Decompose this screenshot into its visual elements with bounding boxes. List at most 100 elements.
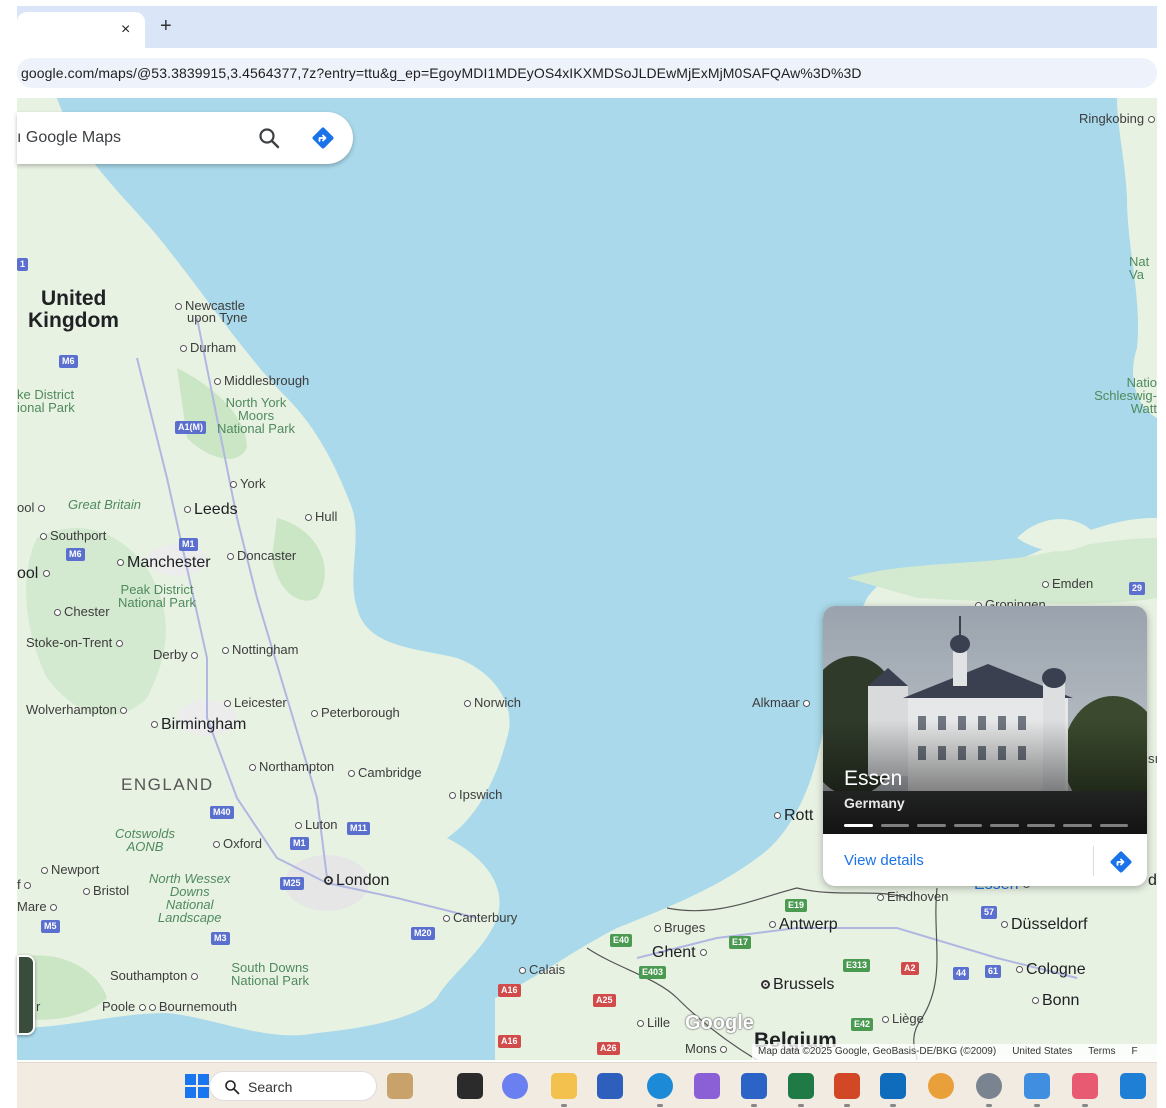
google-logo: Google <box>685 1012 754 1034</box>
city-dot <box>877 894 884 902</box>
label-cotswolds: Cotswolds AONB <box>115 826 175 854</box>
label-dusseldorf: Düsseldorf <box>1001 917 1087 933</box>
city-dot <box>117 559 124 567</box>
city-dot <box>311 710 318 718</box>
photo-pager-dot[interactable] <box>1063 824 1092 827</box>
search-box[interactable]: ı Google Maps <box>17 112 353 164</box>
city-dot <box>148 1004 156 1012</box>
search-icon[interactable] <box>257 126 281 150</box>
label-weston-super-mare: Mare <box>17 900 60 914</box>
city-dot <box>249 764 256 772</box>
city-dot <box>24 882 32 890</box>
road-shield-e42: E42 <box>851 1018 874 1031</box>
label-ghent: Ghent <box>652 945 710 961</box>
place-subtitle: Germany <box>844 795 905 811</box>
label-birmingham: Birmingham <box>151 717 246 733</box>
label-england: ENGLAND <box>121 775 214 794</box>
label-north-wessex: North Wessex Downs National Landscape <box>149 871 231 925</box>
windows-start-icon[interactable] <box>185 1074 209 1098</box>
photo-pager-dot[interactable] <box>1099 824 1128 827</box>
city-dot <box>348 770 355 778</box>
close-tab-icon[interactable]: × <box>121 22 130 38</box>
settings-icon[interactable] <box>976 1073 1002 1107</box>
label-london: London <box>324 873 389 889</box>
directions-icon[interactable] <box>311 126 335 150</box>
photo-pager <box>844 824 1128 827</box>
snipping-icon[interactable] <box>1072 1073 1098 1107</box>
map-canvas[interactable]: United Kingdom Newcastle upon Tyne Durha… <box>17 98 1157 1060</box>
city-dot <box>120 707 128 715</box>
capital-dot <box>761 980 770 990</box>
label-united-kingdom-line1: United <box>41 287 107 310</box>
label-leeds: Leeds <box>184 502 238 518</box>
label-r: r <box>36 999 41 1014</box>
layers-thumbnail[interactable] <box>17 955 35 1035</box>
city-dot <box>1001 921 1008 929</box>
photo-pager-dot[interactable] <box>880 824 909 827</box>
city-dot <box>1032 997 1039 1005</box>
card-divider <box>1093 846 1094 876</box>
label-great-britain: Great Britain <box>68 497 141 512</box>
city-dot <box>213 841 220 849</box>
label-luton: Luton <box>295 818 338 832</box>
region-link[interactable]: United States <box>1012 1046 1072 1057</box>
road-shield-m25: M25 <box>280 877 304 890</box>
photo-pager-dot[interactable] <box>953 824 982 827</box>
photo-pager-dot[interactable] <box>990 824 1019 827</box>
photo-pager-dot[interactable] <box>917 824 946 827</box>
taskbar-search[interactable]: Search <box>209 1071 377 1101</box>
excel-icon[interactable] <box>788 1073 814 1107</box>
label-emden: Emden <box>1042 577 1093 591</box>
label-stoke: Stoke-on-Trent <box>26 636 126 650</box>
city-dot <box>180 345 187 353</box>
city-dot <box>175 303 182 311</box>
place-card[interactable]: Essen Germany View details <box>823 606 1147 886</box>
photos-icon[interactable] <box>928 1073 954 1099</box>
label-leicester: Leicester <box>224 696 287 710</box>
road-shield-57: 57 <box>981 906 998 919</box>
file-explorer-icon[interactable] <box>551 1073 577 1107</box>
store-icon[interactable] <box>597 1073 623 1099</box>
browser-tab-strip: × + <box>17 6 1157 48</box>
feedback-link[interactable]: F <box>1131 1046 1137 1057</box>
road-shield-m40: M40 <box>210 806 234 819</box>
photos-app-icon[interactable] <box>1024 1073 1050 1107</box>
outlook-new-icon[interactable] <box>1120 1073 1146 1099</box>
label-blackpool: ool <box>17 501 48 515</box>
city-dot <box>700 949 708 957</box>
url-field[interactable]: google.com/maps/@53.3839915,3.4564377,7z… <box>17 58 1157 88</box>
m365-icon[interactable] <box>694 1073 720 1099</box>
outlook-icon[interactable] <box>880 1073 906 1107</box>
widgets-icon[interactable] <box>387 1073 413 1099</box>
label-hull: Hull <box>305 510 337 524</box>
label-norwich: Norwich <box>464 696 521 710</box>
label-cardiff: f <box>17 878 34 892</box>
label-york: York <box>230 477 266 491</box>
city-dot <box>443 915 450 923</box>
road-shield-m5: M5 <box>41 920 60 933</box>
search-input[interactable]: ı Google Maps <box>17 129 121 147</box>
road-shield-m6: M6 <box>66 548 85 561</box>
label-doncaster: Doncaster <box>227 549 296 563</box>
directions-icon[interactable] <box>1109 850 1133 874</box>
photo-pager-dot[interactable] <box>1026 824 1055 827</box>
label-middlesbrough: Middlesbrough <box>214 374 309 388</box>
label-southport: Southport <box>40 529 106 543</box>
task-view-icon[interactable] <box>457 1073 483 1099</box>
city-dot <box>769 921 776 929</box>
terms-link[interactable]: Terms <box>1088 1046 1115 1057</box>
label-northampton: Northampton <box>249 760 334 774</box>
label-schleswig-wadden: Natio Schleswig- Watt <box>1094 375 1157 416</box>
city-dot <box>882 1016 889 1024</box>
new-tab-button[interactable]: + <box>160 16 172 36</box>
word-icon[interactable] <box>741 1073 767 1107</box>
view-details-link[interactable]: View details <box>844 852 924 869</box>
edge-icon[interactable] <box>647 1073 673 1107</box>
photo-pager-dot[interactable] <box>844 824 873 827</box>
browser-tab[interactable]: × <box>17 12 145 48</box>
road-shield-m1: M1 <box>290 837 309 850</box>
url-text: google.com/maps/@53.3839915,3.4564377,7z… <box>21 65 862 81</box>
city-dot <box>449 792 456 800</box>
copilot-icon[interactable] <box>502 1073 528 1099</box>
powerpoint-icon[interactable] <box>834 1073 860 1107</box>
